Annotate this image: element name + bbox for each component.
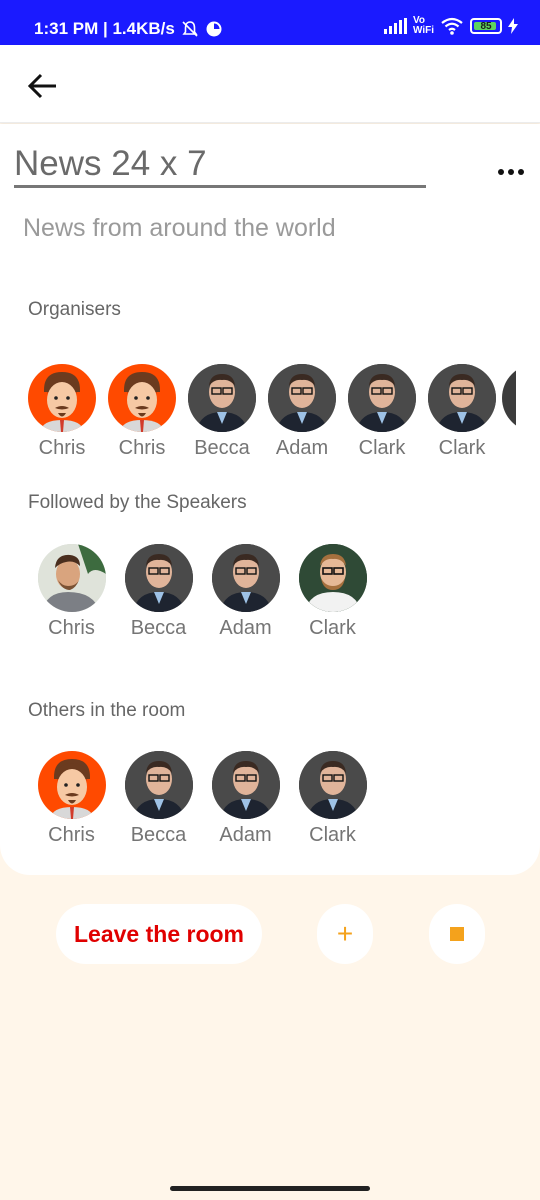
speaker-member[interactable]: Becca bbox=[115, 544, 202, 640]
organiser-member[interactable]: Clark bbox=[422, 364, 502, 460]
member-name: Chris bbox=[38, 437, 86, 459]
avatar bbox=[428, 364, 496, 432]
member-name: Clark bbox=[309, 617, 356, 639]
avatar bbox=[348, 364, 416, 432]
battery-level: 85 bbox=[480, 20, 492, 32]
status-time: 1:31 PM | 1.4KB/s bbox=[34, 19, 175, 38]
member-name: Chris bbox=[48, 617, 95, 639]
avatar bbox=[211, 544, 280, 612]
member-name: Chris bbox=[48, 824, 95, 846]
member-name: Adam bbox=[275, 437, 329, 459]
avatar bbox=[108, 364, 176, 432]
room-description: News from around the world bbox=[23, 214, 336, 242]
plus-icon[interactable]: + bbox=[317, 904, 373, 964]
organiser-member-overflow[interactable] bbox=[502, 364, 516, 460]
organiser-member[interactable]: Becca bbox=[182, 364, 262, 460]
avatar bbox=[298, 751, 367, 819]
organisers-list: Chris Chris Becca Adam Clark Clark bbox=[22, 364, 516, 460]
app-bar bbox=[0, 45, 540, 123]
stop-icon bbox=[450, 927, 464, 941]
speakers-list: Chris Becca Adam Clark bbox=[28, 544, 376, 640]
avatar bbox=[188, 364, 256, 432]
battery-icon: 85 bbox=[470, 18, 502, 34]
vowifi-indicator: Vo WiFi bbox=[412, 15, 434, 36]
status-left: 1:31 PM | 1.4KB/s bbox=[34, 19, 223, 39]
avatar bbox=[298, 544, 367, 612]
organiser-member[interactable]: Adam bbox=[262, 364, 342, 460]
organiser-member[interactable]: Chris bbox=[102, 364, 182, 460]
room-card: News 24 x 7 News from around the world O… bbox=[0, 124, 540, 875]
member-name: Becca bbox=[130, 617, 187, 639]
data-saver-icon bbox=[206, 21, 222, 37]
leave-room-button[interactable]: Leave the room bbox=[56, 904, 262, 964]
speakers-label: Followed by the Speakers bbox=[28, 492, 247, 513]
other-member[interactable]: Becca bbox=[115, 751, 202, 847]
home-indicator[interactable] bbox=[170, 1186, 370, 1191]
avatar bbox=[211, 751, 280, 819]
avatar bbox=[37, 751, 106, 819]
member-name: Clark bbox=[438, 437, 486, 459]
status-right: Vo WiFi 85 bbox=[383, 15, 518, 36]
other-member[interactable]: Clark bbox=[289, 751, 376, 847]
avatar bbox=[28, 364, 96, 432]
signal-icon bbox=[383, 18, 407, 34]
avatar bbox=[502, 364, 516, 432]
others-label: Others in the room bbox=[28, 700, 186, 721]
speaker-member[interactable]: Chris bbox=[28, 544, 115, 640]
other-member[interactable]: Chris bbox=[28, 751, 115, 847]
charging-icon bbox=[508, 18, 518, 34]
status-bar: 1:31 PM | 1.4KB/s Vo WiFi 85 bbox=[0, 0, 540, 45]
wifi-icon bbox=[441, 17, 463, 35]
member-name: Becca bbox=[130, 824, 187, 846]
mute-bell-icon bbox=[182, 21, 198, 37]
organisers-label: Organisers bbox=[28, 299, 121, 320]
speaker-member[interactable]: Adam bbox=[202, 544, 289, 640]
member-name: Becca bbox=[194, 437, 250, 459]
more-options-icon[interactable] bbox=[494, 162, 528, 182]
avatar bbox=[124, 751, 193, 819]
room-title-field[interactable]: News 24 x 7 bbox=[14, 142, 426, 188]
speaker-member[interactable]: Clark bbox=[289, 544, 376, 640]
member-name: Adam bbox=[219, 617, 272, 639]
member-name: Clark bbox=[309, 824, 356, 846]
avatar bbox=[37, 544, 106, 612]
stop-button[interactable] bbox=[429, 904, 485, 964]
organiser-member[interactable]: Clark bbox=[342, 364, 422, 460]
member-name: Adam bbox=[219, 824, 272, 846]
other-member[interactable]: Adam bbox=[202, 751, 289, 847]
member-name: Chris bbox=[118, 437, 166, 459]
others-list: Chris Becca Adam Clark bbox=[28, 751, 376, 847]
back-arrow-icon[interactable] bbox=[24, 67, 62, 105]
member-name: Clark bbox=[358, 437, 406, 459]
avatar bbox=[268, 364, 336, 432]
organiser-member[interactable]: Chris bbox=[22, 364, 102, 460]
avatar bbox=[124, 544, 193, 612]
